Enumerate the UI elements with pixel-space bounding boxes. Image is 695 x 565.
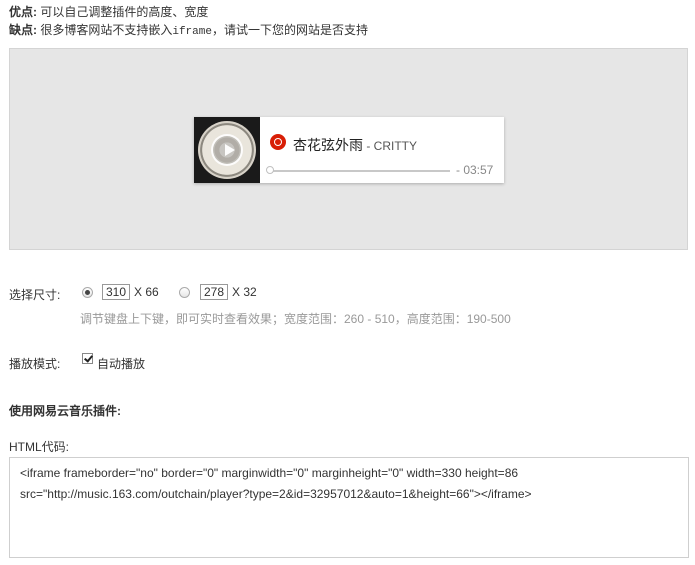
size-option-2-width: 278: [200, 284, 229, 300]
play-icon: [225, 144, 235, 156]
pros-line: 优点: 可以自己调整插件的高度、宽度: [9, 4, 208, 20]
remaining-time: - 03:57: [456, 163, 494, 177]
cons-text-2: ，请试一下您的网站是否支持: [211, 23, 368, 37]
cons-iframe-word: iframe: [172, 26, 212, 38]
progress-handle[interactable]: [266, 166, 274, 174]
size-option-1-width: 310: [102, 284, 131, 300]
html-code-textarea[interactable]: <iframe frameborder="no" border="0" marg…: [9, 457, 689, 558]
cons-text: 很多博客网站不支持嵌入: [37, 23, 173, 37]
size-option-1-height: X 66: [134, 285, 159, 299]
autoplay-label[interactable]: 自动播放: [97, 355, 145, 372]
play-mode-label: 播放模式:: [9, 357, 61, 371]
song-artist: - CRITTY: [363, 139, 417, 153]
netease-music-icon: [270, 134, 286, 150]
song-title: 杏花弦外雨: [293, 137, 363, 153]
album-cover: [194, 117, 260, 183]
pros-text: 可以自己调整插件的高度、宽度: [37, 5, 209, 19]
size-option-1-radio[interactable]: [82, 287, 93, 298]
autoplay-checkbox[interactable]: [82, 353, 93, 364]
progress-bar[interactable]: [270, 170, 450, 172]
player-preview-area: 杏花弦外雨 - CRITTY - 03:57: [9, 48, 688, 250]
size-option-2-radio[interactable]: [179, 287, 190, 298]
pros-label: 优点:: [9, 5, 37, 19]
music-player: 杏花弦外雨 - CRITTY - 03:57: [194, 117, 504, 183]
cons-line: 缺点: 很多博客网站不支持嵌入iframe，请试一下您的网站是否支持: [9, 22, 368, 40]
usage-title: 使用网易云音乐插件:: [9, 404, 121, 418]
size-hint: 调节键盘上下键，即可实时查看效果；宽度范围：260 - 510，高度范围：190…: [80, 312, 511, 326]
song-info: 杏花弦外雨 - CRITTY: [293, 135, 417, 155]
cons-label: 缺点:: [9, 23, 37, 37]
play-button[interactable]: [211, 134, 243, 166]
size-label: 选择尺寸:: [9, 288, 61, 302]
html-code-label: HTML代码:: [9, 440, 70, 454]
size-option-2-height: X 32: [232, 285, 257, 299]
